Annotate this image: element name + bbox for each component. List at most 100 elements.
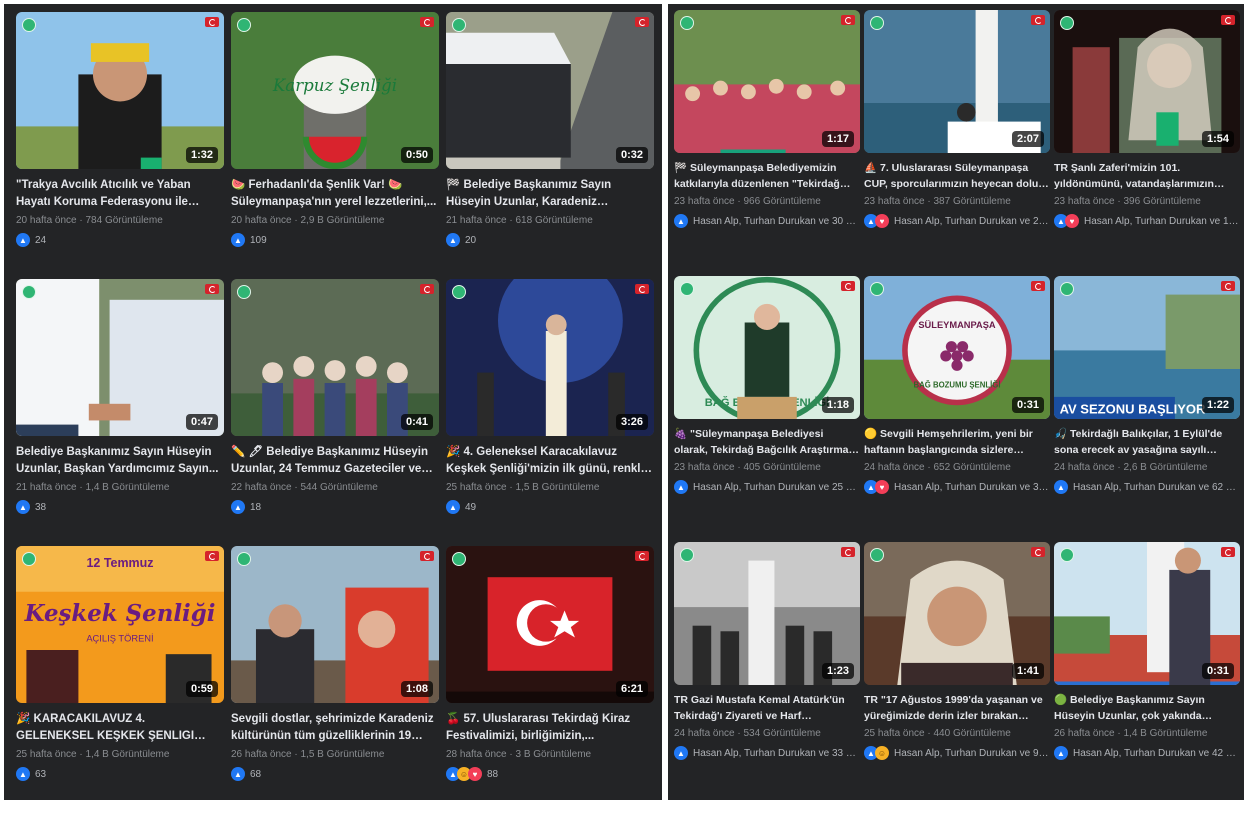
reactions-count: 38 (35, 501, 47, 513)
reactions-row[interactable]: ▲ 24 (16, 232, 224, 248)
like-icon: ▲ (674, 214, 688, 228)
video-title[interactable]: Belediye Başkanımız Sayın Hüseyin Uzunla… (16, 444, 224, 478)
video-thumbnail[interactable]: 0:41 (231, 279, 439, 436)
video-title[interactable]: 🍉 Ferhadanlı'da Şenlik Var! 🍉 Süleymanpa… (231, 177, 439, 211)
video-title[interactable]: TR Şanlı Zaferi'mizin 101. yıldönümünü, … (1054, 160, 1240, 192)
reactions-count: Hasan Alp, Turhan Durukan ve 12 diğer ki (1084, 215, 1240, 227)
video-title[interactable]: ⛵ 7. Uluslararası Süleymanpaşa CUP, spor… (864, 160, 1050, 192)
video-card[interactable]: 1:41 TR "17 Ağustos 1999'da yaşanan ve y… (864, 542, 1050, 798)
video-card[interactable]: 12 TemmuzKeşkek ŞenliğiAÇILIŞ TÖRENİELIF… (16, 546, 224, 804)
reactions-row[interactable]: ▲ 20 (446, 232, 654, 248)
video-title[interactable]: 🏁 Süleymanpaşa Belediyemizin katkılarıyl… (674, 160, 860, 192)
video-card[interactable]: 1:23 TR Gazi Mustafa Kemal Atatürk'ün Te… (674, 542, 860, 798)
reactions-count: 20 (465, 234, 477, 246)
video-thumbnail[interactable]: 1:54 (1054, 10, 1240, 153)
video-title[interactable]: Sevgili dostlar, şehrimizde Karadeniz kü… (231, 711, 439, 745)
reactions-count: 24 (35, 234, 47, 246)
video-thumbnail[interactable]: 1:17 (674, 10, 860, 153)
video-card[interactable]: 3:26 🎉 4. Geleneksel Karacakılavuz Keşke… (446, 279, 654, 537)
flag-icon (635, 551, 649, 561)
svg-text:Karpuz Şenliği: Karpuz Şenliği (272, 76, 397, 95)
video-thumbnail[interactable]: 0:32 (446, 12, 654, 169)
reactions-row[interactable]: ▲ 18 (231, 499, 439, 515)
thumbnail-image (16, 12, 224, 169)
thumbnail-image (446, 546, 654, 703)
like-icon: ▲ (1054, 746, 1068, 760)
video-title[interactable]: TR "17 Ağustos 1999'da yaşanan ve yüreği… (864, 692, 1050, 724)
video-title[interactable]: 🎉 4. Geleneksel Karacakılavuz Keşkek Şen… (446, 444, 654, 478)
reactions-row[interactable]: ▲☺Hasan Alp, Turhan Durukan ve 9 diğer k… (864, 745, 1050, 761)
video-title[interactable]: "Trakya Avcılık Atıcılık ve Yaban Hayatı… (16, 177, 224, 211)
video-thumbnail[interactable]: SÜLEYMANPAŞA BAĞ BOZUMU ŞENLİĞİ 0:31 (864, 276, 1050, 419)
video-card[interactable]: 0:32 🏁 Belediye Başkanımız Sayın Hüseyin… (446, 12, 654, 270)
video-thumbnail[interactable]: 1:41 (864, 542, 1050, 685)
video-title[interactable]: 🎉 KARACAKILAVUZ 4. GELENEKSEL KEŞKEK ŞEN… (16, 711, 224, 745)
reactions-row[interactable]: ▲ 38 (16, 499, 224, 515)
video-card[interactable]: SÜLEYMANPAŞA BAĞ BOZUMU ŞENLİĞİ 0:31 🟡 Se… (864, 276, 1050, 532)
video-card[interactable]: BAĞ BOZUMU ŞENLİĞİ 1:18 🍇 "Süleymanpaşa … (674, 276, 860, 532)
video-title[interactable]: 🎣 Tekirdağlı Balıkçılar, 1 Eylül'de sona… (1054, 426, 1240, 458)
reactions-row[interactable]: ▲ 63 (16, 766, 224, 782)
reactions-row[interactable]: ▲♥Hasan Alp, Turhan Durukan ve 31 diğer … (864, 479, 1050, 495)
like-icon: ▲ (16, 500, 30, 514)
video-duration: 2:07 (1011, 131, 1044, 147)
video-title[interactable]: 🍇 "Süleymanpaşa Belediyesi olarak, Tekir… (674, 426, 860, 458)
video-title[interactable]: 🟢 Belediye Başkanımız Sayın Hüseyin Uzun… (1054, 692, 1240, 724)
video-card[interactable]: 1:17 🏁 Süleymanpaşa Belediyemizin katkıl… (674, 10, 860, 266)
video-thumbnail[interactable]: 2:07 (864, 10, 1050, 153)
video-meta: 26 hafta önce · 1,4 B Görüntüleme (1054, 728, 1208, 739)
video-thumbnail[interactable]: AV SEZONU BAŞLIYOR Tekirdağlı balıkçılar … (1054, 276, 1240, 419)
reactions-count: Hasan Alp, Turhan Durukan ve 23 diğer ki (894, 215, 1050, 227)
video-duration: 0:59 (185, 681, 218, 697)
video-card[interactable]: 0:31 🟢 Belediye Başkanımız Sayın Hüseyin… (1054, 542, 1240, 798)
video-thumbnail[interactable]: 0:31 (1054, 542, 1240, 685)
channel-logo-icon (22, 285, 36, 299)
video-thumbnail[interactable]: 12 TemmuzKeşkek ŞenliğiAÇILIŞ TÖRENİELIF… (16, 546, 224, 703)
reactions-row[interactable]: ▲♥Hasan Alp, Turhan Durukan ve 12 diğer … (1054, 213, 1240, 229)
reactions-row[interactable]: ▲ 49 (446, 499, 654, 515)
like-icon: ▲ (231, 767, 245, 781)
video-thumbnail[interactable]: 1:08 (231, 546, 439, 703)
video-duration: 0:41 (400, 414, 433, 430)
video-thumbnail[interactable]: BAĞ BOZUMU ŞENLİĞİ 1:18 (674, 276, 860, 419)
reactions-row[interactable]: ▲ ☺ ♥ 88 (446, 766, 654, 782)
video-thumbnail[interactable]: 6:21 (446, 546, 654, 703)
video-card[interactable]: AV SEZONU BAŞLIYOR Tekirdağlı balıkçılar … (1054, 276, 1240, 532)
video-thumbnail[interactable]: 3:26 (446, 279, 654, 436)
reactions-count: Hasan Alp, Turhan Durukan ve 62 diğer ki… (1073, 481, 1240, 493)
video-duration: 1:18 (821, 397, 854, 413)
video-card[interactable]: 0:47 Belediye Başkanımız Sayın Hüseyin U… (16, 279, 224, 537)
reactions-row[interactable]: ▲ Hasan Alp, Turhan Durukan ve 42 diğer k… (1054, 745, 1240, 761)
like-icon: ▲ (446, 233, 460, 247)
video-thumbnail[interactable]: Karpuz Şenliği 0:50 (231, 12, 439, 169)
thumbnail-image: 12 TemmuzKeşkek ŞenliğiAÇILIŞ TÖRENİELIF… (16, 546, 224, 703)
video-thumbnail[interactable]: 0:47 (16, 279, 224, 436)
video-title[interactable]: 🟡 Sevgili Hemşehrilerim, yeni bir haftan… (864, 426, 1050, 458)
reactions-row[interactable]: ▲ 109 (231, 232, 439, 248)
reactions-row[interactable]: ▲ 68 (231, 766, 439, 782)
video-title[interactable]: 🏁 Belediye Başkanımız Sayın Hüseyin Uzun… (446, 177, 654, 211)
channel-logo-icon (870, 548, 884, 562)
video-title[interactable]: TR Gazi Mustafa Kemal Atatürk'ün Tekirda… (674, 692, 860, 724)
video-title[interactable]: 🍒 57. Uluslararası Tekirdağ Kiraz Festiv… (446, 711, 654, 745)
video-card[interactable]: Karpuz Şenliği 0:50 🍉 Ferhadanlı'da Şenl… (231, 12, 439, 270)
reactions-row[interactable]: ▲ Hasan Alp, Turhan Durukan ve 25 diğer k… (674, 479, 860, 495)
reactions-row[interactable]: ▲ Hasan Alp, Turhan Durukan ve 33 diğer k… (674, 745, 860, 761)
video-duration: 6:21 (615, 681, 648, 697)
video-title[interactable]: ✏️ 🖊 Belediye Başkanımız Hüseyin Uzunlar… (231, 444, 439, 478)
video-meta: 22 hafta önce · 544 Görüntüleme (231, 482, 378, 493)
video-card[interactable]: 1:54 TR Şanlı Zaferi'mizin 101. yıldönüm… (1054, 10, 1240, 266)
video-card[interactable]: 2:07 ⛵ 7. Uluslararası Süleymanpaşa CUP,… (864, 10, 1050, 266)
video-thumbnail[interactable]: 1:23 (674, 542, 860, 685)
video-card[interactable]: 1:32 "Trakya Avcılık Atıcılık ve Yaban H… (16, 12, 224, 270)
video-card[interactable]: 1:08 Sevgili dostlar, şehrimizde Karaden… (231, 546, 439, 804)
svg-text:12 Temmuz: 12 Temmuz (87, 556, 154, 570)
reactions-row[interactable]: ▲ Hasan Alp, Turhan Durukan ve 30 diğer k… (674, 213, 860, 229)
video-card[interactable]: 6:21 🍒 57. Uluslararası Tekirdağ Kiraz F… (446, 546, 654, 804)
video-meta: 23 hafta önce · 405 Görüntüleme (674, 462, 821, 473)
video-thumbnail[interactable]: 1:32 (16, 12, 224, 169)
reactions-row[interactable]: ▲♥Hasan Alp, Turhan Durukan ve 23 diğer … (864, 213, 1050, 229)
video-card[interactable]: 0:41 ✏️ 🖊 Belediye Başkanımız Hüseyin Uz… (231, 279, 439, 537)
reactions-count: Hasan Alp, Turhan Durukan ve 9 diğer kiş… (894, 747, 1050, 759)
reactions-row[interactable]: ▲ Hasan Alp, Turhan Durukan ve 62 diğer k… (1054, 479, 1240, 495)
